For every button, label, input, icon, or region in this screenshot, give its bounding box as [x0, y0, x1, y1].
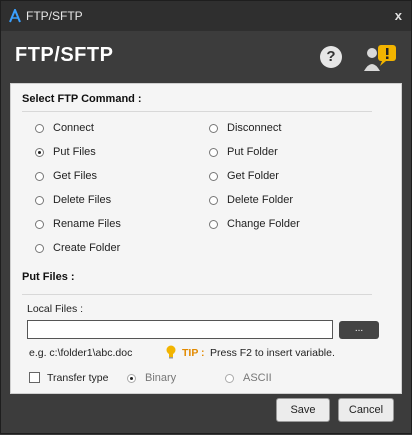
user-alert-icon[interactable] — [362, 43, 398, 73]
radio-put-files[interactable]: Put Files — [35, 146, 96, 158]
radio-label: Delete Folder — [227, 194, 294, 206]
radio-label: Put Folder — [227, 146, 278, 158]
radio-indicator — [209, 219, 218, 229]
title-bar: FTP/SFTP x — [1, 1, 411, 31]
radio-label: ASCII — [243, 372, 272, 384]
ftp-dialog-window: FTP/SFTP x FTP/SFTP ? Select FTP Command… — [0, 0, 412, 434]
radio-label: Put Files — [53, 146, 96, 158]
radio-indicator — [225, 373, 234, 383]
radio-indicator — [35, 123, 44, 133]
divider — [22, 294, 372, 295]
radio-rename-files[interactable]: Rename Files — [35, 218, 121, 230]
close-icon[interactable]: x — [395, 8, 402, 23]
radio-indicator — [127, 373, 136, 383]
radio-label: Change Folder — [227, 218, 300, 230]
dialog-footer: Save Cancel — [1, 394, 411, 435]
content-panel: Select FTP Command : Connect Put Files G… — [10, 83, 402, 394]
radio-label: Delete Files — [53, 194, 112, 206]
radio-label: Get Folder — [227, 170, 279, 182]
radio-label: Rename Files — [53, 218, 121, 230]
radio-indicator — [35, 195, 44, 205]
transfer-type-label: Transfer type — [47, 372, 109, 384]
put-files-section-label: Put Files : — [22, 271, 75, 283]
radio-label: Get Files — [53, 170, 98, 182]
radio-indicator — [209, 147, 218, 157]
radio-get-files[interactable]: Get Files — [35, 170, 97, 182]
radio-delete-files[interactable]: Delete Files — [35, 194, 111, 206]
help-icon[interactable]: ? — [320, 46, 342, 68]
radio-put-folder[interactable]: Put Folder — [209, 146, 278, 158]
radio-indicator — [209, 195, 218, 205]
browse-button[interactable]: ... — [339, 321, 379, 339]
radio-label: Disconnect — [227, 122, 282, 134]
radio-disconnect[interactable]: Disconnect — [209, 122, 281, 134]
radio-label: Binary — [145, 372, 177, 384]
divider — [22, 111, 372, 112]
radio-indicator — [35, 147, 44, 157]
radio-label: Create Folder — [53, 242, 121, 254]
radio-ascii[interactable]: ASCII — [225, 372, 272, 384]
radio-indicator — [209, 171, 218, 181]
transfer-type-checkbox[interactable] — [29, 372, 40, 383]
tip-label: TIP : — [182, 347, 205, 359]
local-files-label: Local Files : — [27, 303, 84, 315]
radio-indicator — [35, 171, 44, 181]
window-title: FTP/SFTP — [26, 9, 83, 23]
lightbulb-icon — [166, 345, 176, 359]
radio-label: Connect — [53, 122, 94, 134]
app-logo-icon — [9, 9, 21, 23]
radio-binary[interactable]: Binary — [127, 372, 176, 384]
save-button[interactable]: Save — [276, 398, 330, 422]
radio-create-folder[interactable]: Create Folder — [35, 242, 120, 254]
radio-indicator — [35, 243, 44, 253]
example-path-text: e.g. c:\folder1\abc.doc — [29, 347, 133, 359]
command-section-label: Select FTP Command : — [22, 93, 142, 105]
page-title: FTP/SFTP — [15, 44, 114, 66]
cancel-button[interactable]: Cancel — [338, 398, 394, 422]
radio-indicator — [209, 123, 218, 133]
dialog-header: FTP/SFTP — [1, 31, 411, 83]
radio-get-folder[interactable]: Get Folder — [209, 170, 279, 182]
radio-connect[interactable]: Connect — [35, 122, 94, 134]
radio-indicator — [35, 219, 44, 229]
tip-text: Press F2 to insert variable. — [210, 347, 335, 359]
radio-delete-folder[interactable]: Delete Folder — [209, 194, 293, 206]
radio-change-folder[interactable]: Change Folder — [209, 218, 300, 230]
local-files-input[interactable] — [27, 320, 333, 339]
